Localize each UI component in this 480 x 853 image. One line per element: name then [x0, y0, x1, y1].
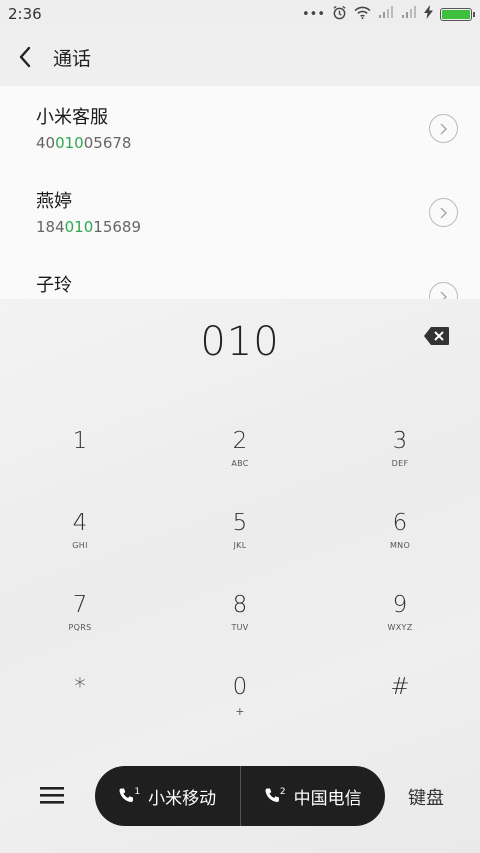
keyboard-toggle[interactable]: 键盘	[408, 784, 444, 810]
status-time: 2:36	[8, 5, 42, 23]
key-letters: DEF	[391, 459, 409, 468]
key-7[interactable]: 7 PQRS	[0, 573, 160, 655]
signal-icon	[401, 6, 417, 22]
contact-item[interactable]: 子玲	[0, 254, 480, 299]
header: 通话	[0, 28, 480, 86]
call-sim1-label: 小米移动	[148, 788, 217, 809]
number-match: 010	[55, 134, 84, 152]
wifi-icon	[354, 6, 371, 23]
phone-sim1-icon: 1	[118, 787, 140, 805]
menu-icon[interactable]	[40, 785, 64, 805]
sim-index: 2	[279, 787, 286, 797]
charging-icon	[424, 5, 433, 23]
backspace-icon[interactable]	[424, 326, 450, 346]
number-prefix: 40	[36, 134, 56, 152]
contact-number: 18401015689	[36, 216, 444, 238]
key-letters: WXYZ	[387, 623, 413, 632]
key-digit: 6	[392, 510, 408, 536]
key-9[interactable]: 9 WXYZ	[320, 573, 480, 655]
contact-name: 子玲	[36, 275, 72, 296]
back-arrow-icon[interactable]	[0, 28, 50, 86]
dialed-number-display: 010	[200, 319, 280, 365]
contact-item[interactable]: 小米客服 4001005678	[0, 86, 480, 170]
contact-number: 4001005678	[36, 132, 444, 154]
status-icons: •••	[301, 5, 475, 24]
contact-item[interactable]: 燕婷 18401015689	[0, 170, 480, 254]
bottom-bar: 1 小米移动 2 中国电信 键盘	[0, 766, 480, 826]
number-prefix: 184	[36, 218, 65, 236]
status-bar: 2:36 •••	[0, 0, 480, 28]
key-digit: 2	[232, 428, 248, 454]
key-1[interactable]: 1	[0, 409, 160, 491]
contact-name: 燕婷	[36, 191, 72, 212]
call-sim2-button[interactable]: 2 中国电信	[241, 766, 386, 826]
chevron-right-icon	[440, 290, 448, 299]
keypad-row: 1 2 ABC 3 DEF	[0, 409, 480, 491]
keypad-row: 4 GHI 5 JKL 6 MNO	[0, 491, 480, 573]
key-2[interactable]: 2 ABC	[160, 409, 320, 491]
key-letters: GHI	[72, 541, 88, 550]
key-letters: TUV	[231, 623, 249, 632]
key-letters: PQRS	[68, 623, 92, 632]
battery-icon	[440, 7, 475, 21]
key-letters: MNO	[389, 541, 411, 550]
phone-sim2-icon: 2	[264, 787, 286, 805]
key-digit: 8	[232, 592, 248, 618]
keypad-row: * 0 + #	[0, 655, 480, 737]
more-dots-icon: •••	[301, 6, 325, 22]
key-digit: 4	[72, 510, 88, 536]
keypad: 1 2 ABC 3 DEF 4 GHI 5 JKL 6 MNO 7 PQRS 8 TUV 9 W…	[0, 409, 480, 737]
call-sim2-label: 中国电信	[293, 788, 362, 809]
number-suffix: 05678	[83, 134, 132, 152]
key-digit: *	[74, 674, 86, 700]
keypad-row: 7 PQRS 8 TUV 9 WXYZ	[0, 573, 480, 655]
signal-icon	[378, 6, 394, 22]
key-letters: JKL	[233, 541, 247, 550]
key-letters: ABC	[231, 459, 249, 468]
key-digit: #	[390, 674, 410, 700]
key-digit: 7	[72, 592, 88, 618]
contact-name: 小米客服	[36, 107, 108, 128]
key-3[interactable]: 3 DEF	[320, 409, 480, 491]
key-letters: +	[235, 705, 245, 718]
key-digit: 0	[232, 674, 248, 700]
chevron-right-icon	[440, 206, 448, 219]
key-digit: 3	[392, 428, 408, 454]
dual-sim-call-buttons: 1 小米移动 2 中国电信	[95, 766, 385, 826]
sim-index: 1	[134, 787, 141, 797]
key-4[interactable]: 4 GHI	[0, 491, 160, 573]
key-star[interactable]: *	[0, 655, 160, 737]
page-title: 通话	[53, 47, 92, 70]
key-digit: 9	[392, 592, 408, 618]
number-match: 010	[64, 218, 94, 236]
alarm-icon	[332, 5, 347, 24]
contact-detail-button[interactable]	[429, 282, 458, 299]
number-suffix: 15689	[93, 218, 141, 236]
key-6[interactable]: 6 MNO	[320, 491, 480, 573]
key-8[interactable]: 8 TUV	[160, 573, 320, 655]
contact-detail-button[interactable]	[429, 198, 458, 227]
key-5[interactable]: 5 JKL	[160, 491, 320, 573]
call-sim1-button[interactable]: 1 小米移动	[95, 766, 240, 826]
key-digit: 1	[72, 428, 88, 454]
contact-detail-button[interactable]	[429, 114, 458, 143]
key-digit: 5	[232, 510, 248, 536]
contact-results-list: 小米客服 4001005678 燕婷 18401015689 子玲	[0, 86, 480, 299]
key-hash[interactable]: #	[320, 655, 480, 737]
chevron-right-icon	[440, 122, 448, 135]
key-0[interactable]: 0 +	[160, 655, 320, 737]
